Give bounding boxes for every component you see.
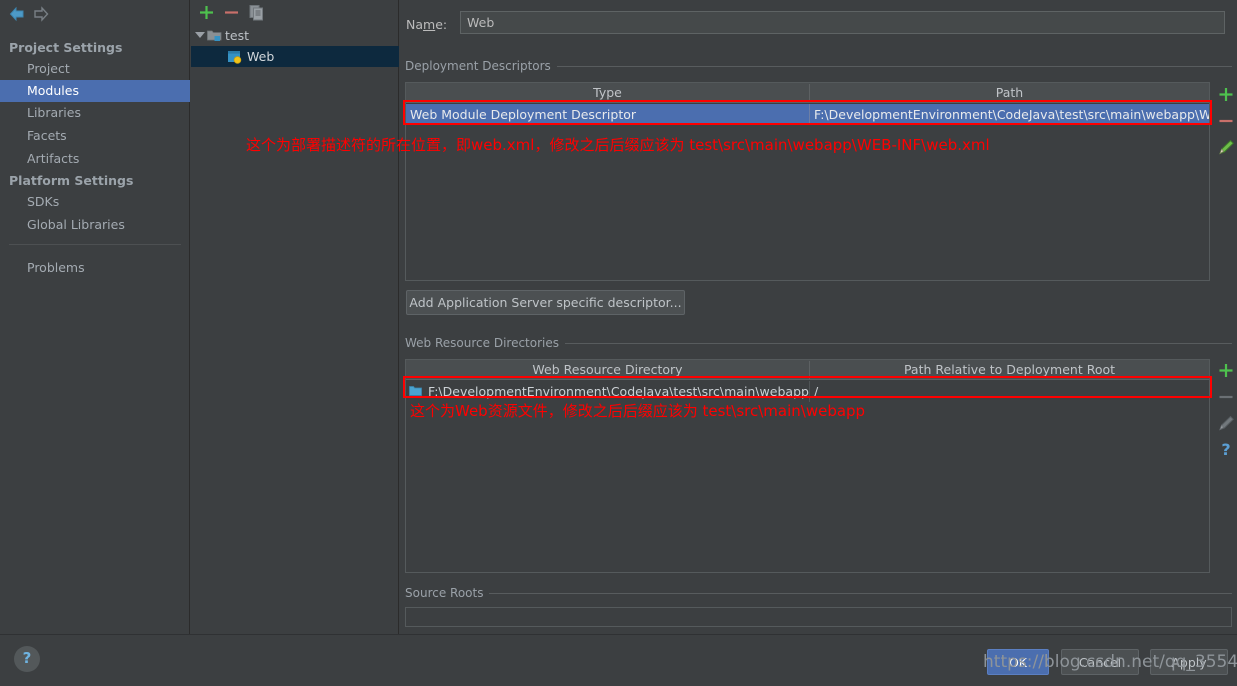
module-web-settings-panel: Name: Deployment Descriptors Type Path W… bbox=[400, 0, 1237, 634]
sidebar-nav-arrows bbox=[0, 0, 190, 28]
modules-tree-panel: test Web bbox=[191, 0, 399, 634]
cancel-button[interactable]: Cancel bbox=[1061, 649, 1139, 675]
cell-relative-path: / bbox=[814, 384, 819, 399]
deployment-descriptors-table[interactable]: Type Path Web Module Deployment Descript… bbox=[405, 82, 1210, 281]
name-input[interactable] bbox=[460, 11, 1225, 34]
sidebar-item-facets[interactable]: Facets bbox=[0, 125, 190, 147]
sidebar-item-modules[interactable]: Modules bbox=[0, 80, 190, 102]
deployment-descriptors-header: Type Path bbox=[406, 83, 1209, 103]
sidebar-item-project[interactable]: Project bbox=[0, 58, 190, 80]
chevron-down-icon[interactable] bbox=[195, 32, 205, 38]
modules-tree-toolbar bbox=[191, 0, 399, 24]
forward-arrow-icon[interactable] bbox=[32, 6, 50, 22]
tree-node-test[interactable]: test bbox=[191, 25, 399, 46]
settings-sidebar: Project Settings Project Modules Librari… bbox=[0, 0, 190, 634]
web-resource-directories-table[interactable]: Web Resource Directory Path Relative to … bbox=[405, 359, 1210, 573]
sidebar-item-libraries[interactable]: Libraries bbox=[0, 102, 190, 124]
web-resource-directories-title: Web Resource Directories bbox=[405, 336, 565, 350]
add-resource-dir-icon[interactable] bbox=[1214, 360, 1237, 382]
name-field-label: Name: bbox=[406, 17, 448, 32]
web-facet-icon bbox=[227, 49, 242, 64]
sidebar-group-project-settings: Project Settings bbox=[9, 40, 123, 55]
dialog-footer bbox=[0, 634, 1237, 686]
tree-node-web-label: Web bbox=[247, 49, 275, 64]
add-descriptor-icon[interactable] bbox=[1214, 84, 1237, 106]
deployment-descriptors-toolbar bbox=[1214, 84, 1237, 164]
cell-web-resource-directory: F:\DevelopmentEnvironment\CodeJava\test\… bbox=[428, 384, 809, 399]
edit-resource-dir-icon bbox=[1214, 413, 1237, 435]
folder-module-icon bbox=[207, 28, 222, 43]
sidebar-item-sdks[interactable]: SDKs bbox=[0, 191, 190, 213]
column-header-path-relative[interactable]: Path Relative to Deployment Root bbox=[810, 360, 1209, 380]
source-roots-separator bbox=[405, 593, 1232, 594]
ok-button[interactable]: OK bbox=[987, 649, 1049, 675]
table-row[interactable]: Web Module Deployment Descriptor F:\Deve… bbox=[406, 104, 1209, 125]
back-arrow-icon[interactable] bbox=[8, 6, 26, 22]
apply-button[interactable]: Apply bbox=[1150, 649, 1228, 675]
web-resource-directories-header: Web Resource Directory Path Relative to … bbox=[406, 360, 1209, 380]
sidebar-divider bbox=[9, 244, 181, 245]
remove-descriptor-icon[interactable] bbox=[1214, 110, 1237, 132]
source-roots-list[interactable] bbox=[405, 607, 1232, 627]
remove-resource-dir-icon bbox=[1214, 386, 1237, 408]
help-resource-dir-icon[interactable]: ? bbox=[1214, 440, 1237, 462]
edit-descriptor-icon[interactable] bbox=[1214, 137, 1237, 159]
table-row[interactable]: F:\DevelopmentEnvironment\CodeJava\test\… bbox=[406, 381, 1209, 402]
source-roots-title: Source Roots bbox=[405, 586, 490, 600]
tree-node-test-label: test bbox=[225, 28, 250, 43]
sidebar-item-global-libraries[interactable]: Global Libraries bbox=[0, 214, 190, 236]
copy-icon[interactable] bbox=[247, 3, 266, 22]
column-header-type[interactable]: Type bbox=[406, 83, 809, 103]
cell-type: Web Module Deployment Descriptor bbox=[410, 107, 637, 122]
sidebar-group-platform-settings: Platform Settings bbox=[9, 173, 134, 188]
deployment-descriptor-note: 这个为部署描述符的所在位置，即web.xml，修改之后后缀应该为 test\sr… bbox=[246, 136, 990, 154]
sidebar-item-artifacts[interactable]: Artifacts bbox=[0, 148, 190, 170]
web-resource-directories-toolbar: ? bbox=[1214, 360, 1237, 470]
cell-path: F:\DevelopmentEnvironment\CodeJava\test\… bbox=[814, 107, 1209, 122]
help-icon[interactable]: ? bbox=[14, 646, 40, 672]
column-header-web-resource-directory[interactable]: Web Resource Directory bbox=[406, 360, 809, 380]
add-icon[interactable] bbox=[197, 3, 216, 22]
folder-icon bbox=[409, 385, 422, 397]
sidebar-item-problems[interactable]: Problems bbox=[0, 257, 190, 279]
add-app-server-descriptor-button[interactable]: Add Application Server specific descript… bbox=[406, 290, 685, 315]
column-header-path[interactable]: Path bbox=[810, 83, 1209, 103]
remove-icon[interactable] bbox=[222, 3, 241, 22]
tree-node-web[interactable]: Web bbox=[191, 46, 399, 67]
deployment-descriptors-title: Deployment Descriptors bbox=[405, 59, 557, 73]
web-resource-note: 这个为Web资源文件，修改之后后缀应该为 test\src\main\webap… bbox=[410, 402, 866, 420]
settings-dialog: Project Settings Project Modules Librari… bbox=[0, 0, 1237, 686]
